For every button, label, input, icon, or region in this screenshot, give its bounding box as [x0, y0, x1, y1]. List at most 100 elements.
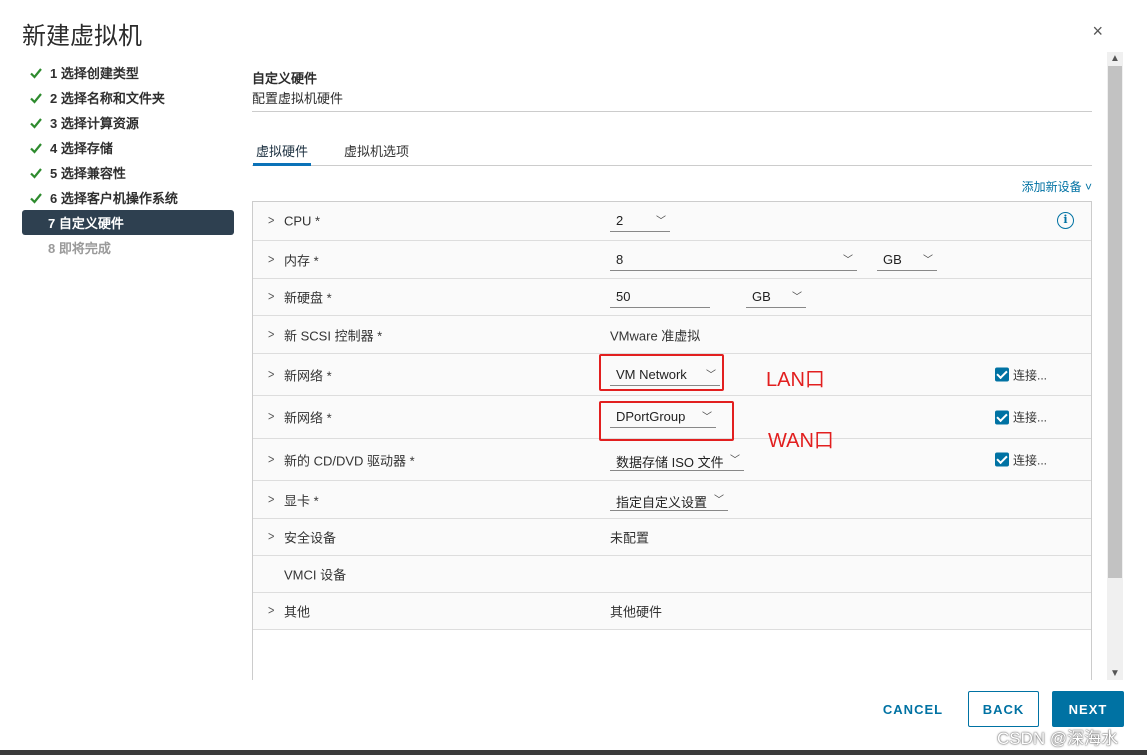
chevron-right-icon[interactable]: > — [268, 492, 274, 506]
row-network-2: > 新网络 * DPortGroup ﹀ 连接... — [253, 396, 1091, 439]
row-label: 新硬盘 * — [284, 290, 332, 306]
row-label: CPU * — [284, 213, 321, 229]
row-label: 新网络 * — [284, 368, 332, 383]
bottom-strip — [0, 750, 1147, 755]
chevron-right-icon[interactable]: > — [268, 367, 274, 381]
step-label: 8 即将完成 — [48, 241, 111, 256]
tab-vm-options[interactable]: 虚拟机选项 — [341, 141, 412, 166]
security-value: 未配置 — [610, 530, 650, 546]
cd-dvd-connect-checkbox[interactable]: 连接... — [995, 451, 1047, 468]
row-label: VMCI 设备 — [284, 567, 347, 583]
memory-select[interactable]: 8 ﹀ — [610, 249, 857, 271]
step-label: 4 选择存储 — [50, 141, 113, 156]
row-network-1: > 新网络 * VM Network ﹀ 连接... — [253, 354, 1091, 396]
chevron-down-icon: ﹀ — [923, 254, 933, 266]
chevron-right-icon[interactable]: > — [268, 290, 274, 304]
step-label: 6 选择客户机操作系统 — [50, 191, 178, 206]
checkbox-icon — [995, 452, 1009, 467]
chevron-down-icon: ﹀ — [714, 494, 724, 506]
row-new-disk: > 新硬盘 * 50 GB ﹀ — [253, 279, 1091, 316]
network-1-value: VM Network — [616, 366, 687, 382]
step-1[interactable]: 1 选择创建类型 — [22, 60, 234, 85]
info-icon[interactable]: i — [1057, 212, 1074, 229]
cpu-select[interactable]: 2 ﹀ — [610, 210, 670, 232]
row-label: 显卡 * — [284, 493, 319, 508]
check-icon — [30, 67, 42, 79]
chevron-right-icon[interactable]: > — [268, 604, 274, 618]
section-title: 自定义硬件 — [252, 71, 318, 86]
next-button[interactable]: NEXT — [1052, 691, 1124, 727]
row-cpu: > CPU * 2 ﹀ i — [253, 202, 1091, 241]
step-label: 5 选择兼容性 — [50, 166, 126, 181]
row-label: 内存 * — [284, 253, 319, 268]
network-2-connect-checkbox[interactable]: 连接... — [995, 409, 1047, 426]
row-label: 新 SCSI 控制器 * — [284, 328, 383, 343]
connect-label: 连接... — [1013, 368, 1048, 382]
memory-unit-select[interactable]: GB ﹀ — [877, 249, 937, 271]
row-video-card: > 显卡 * 指定自定义设置 ﹀ — [253, 481, 1091, 519]
chevron-right-icon[interactable]: > — [268, 410, 274, 424]
scroll-down-icon[interactable]: ▼ — [1110, 668, 1120, 679]
memory-value: 8 — [616, 251, 624, 267]
tab-virtual-hardware[interactable]: 虚拟硬件 — [253, 141, 312, 166]
video-card-value: 指定自定义设置 — [616, 494, 708, 510]
chevron-down-icon: ﹀ — [730, 454, 740, 466]
step-8: 8 即将完成 — [22, 235, 234, 260]
chevron-down-icon: ﹀ — [792, 292, 802, 303]
network-1-select[interactable]: VM Network ﹀ — [610, 364, 720, 386]
memory-unit: GB — [883, 251, 902, 267]
cd-dvd-value: 数据存储 ISO 文件 — [616, 454, 724, 470]
row-other: > 其他 其他硬件 — [253, 593, 1091, 630]
row-label: 新的 CD/DVD 驱动器 * — [284, 453, 415, 468]
check-icon — [30, 192, 42, 204]
chevron-right-icon[interactable]: > — [268, 252, 274, 266]
tab-bar: 虚拟硬件 虚拟机选项 — [252, 138, 1092, 166]
row-cd-dvd: > 新的 CD/DVD 驱动器 * 数据存储 ISO 文件 ﹀ 连接... — [253, 439, 1091, 481]
step-7-current[interactable]: 7 自定义硬件 — [22, 210, 234, 235]
back-button[interactable]: BACK — [968, 691, 1039, 727]
chevron-down-icon: ﹀ — [702, 412, 712, 423]
cd-dvd-select[interactable]: 数据存储 ISO 文件 ﹀ — [610, 449, 744, 471]
add-new-device-button[interactable]: 添加新设备 ˅ — [1022, 178, 1092, 195]
cancel-button[interactable]: CANCEL — [877, 691, 949, 727]
step-5[interactable]: 5 选择兼容性 — [22, 160, 234, 185]
lan-annotation: LAN口 — [766, 369, 825, 391]
chevron-down-icon: ﹀ — [843, 254, 853, 266]
chevron-right-icon[interactable]: > — [268, 452, 274, 466]
video-card-select[interactable]: 指定自定义设置 ﹀ — [610, 489, 728, 511]
chevron-right-icon[interactable]: > — [268, 214, 274, 228]
row-label: 安全设备 — [284, 530, 337, 546]
chevron-down-icon: ﹀ — [706, 369, 716, 381]
row-memory: > 内存 * 8 ﹀ GB ﹀ — [253, 241, 1091, 279]
step-2[interactable]: 2 选择名称和文件夹 — [22, 85, 234, 110]
check-icon — [30, 92, 42, 104]
row-label: 其他 — [284, 604, 311, 620]
network-1-connect-checkbox[interactable]: 连接... — [995, 366, 1047, 383]
disk-size-input[interactable]: 50 — [610, 286, 710, 308]
close-icon[interactable]: × — [1092, 22, 1103, 40]
chevron-right-icon[interactable]: > — [268, 327, 274, 341]
step-label: 7 自定义硬件 — [48, 216, 124, 231]
scrollbar[interactable]: ▲ ▼ — [1107, 52, 1123, 680]
wan-annotation: WAN口 — [768, 430, 834, 452]
divider — [252, 111, 1092, 112]
step-4[interactable]: 4 选择存储 — [22, 135, 234, 160]
dialog-title: 新建虚拟机 — [22, 23, 142, 50]
network-2-select[interactable]: DPortGroup ﹀ — [610, 406, 716, 428]
disk-unit-select[interactable]: GB ﹀ — [746, 286, 806, 308]
chevron-down-icon: ﹀ — [656, 216, 666, 227]
scroll-thumb[interactable] — [1108, 66, 1122, 578]
check-icon — [30, 117, 42, 129]
step-6[interactable]: 6 选择客户机操作系统 — [22, 185, 234, 210]
step-label: 2 选择名称和文件夹 — [50, 91, 165, 106]
checkbox-icon — [995, 367, 1009, 382]
connect-label: 连接... — [1013, 453, 1048, 467]
row-label: 新网络 * — [284, 410, 332, 426]
section-subtitle: 配置虚拟机硬件 — [252, 91, 344, 106]
step-label: 3 选择计算资源 — [50, 116, 139, 131]
step-3[interactable]: 3 选择计算资源 — [22, 110, 234, 135]
disk-unit: GB — [752, 289, 771, 304]
connect-label: 连接... — [1013, 410, 1048, 425]
scroll-up-icon[interactable]: ▲ — [1110, 53, 1120, 64]
chevron-right-icon[interactable]: > — [268, 530, 274, 544]
